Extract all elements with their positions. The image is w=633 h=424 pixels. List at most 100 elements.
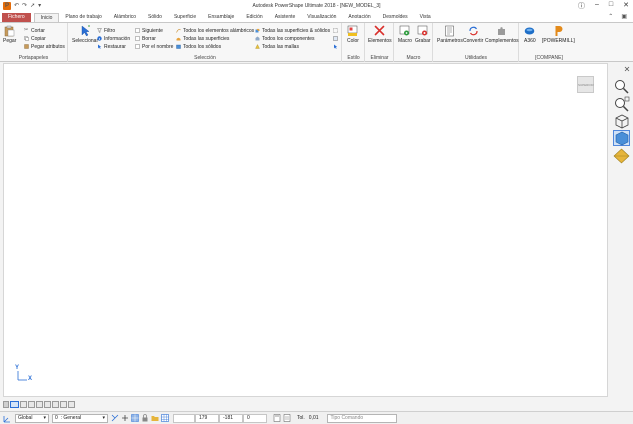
- light-view-icon[interactable]: [613, 148, 630, 164]
- wireframe-view-icon[interactable]: [613, 113, 630, 129]
- tab-visualizacion[interactable]: Visualización: [301, 13, 342, 22]
- chevron-down-icon: ▾: [43, 415, 46, 421]
- table-grid-icon[interactable]: [161, 414, 169, 422]
- powermill-button[interactable]: [POWERMILL]: [542, 25, 575, 44]
- shaded-view-icon[interactable]: [613, 130, 630, 146]
- sheet-nav-icon-8[interactable]: [60, 400, 67, 408]
- tab-desmoldes[interactable]: Desmoldes: [377, 13, 414, 22]
- grid-snap-icon[interactable]: [121, 414, 129, 422]
- color-button[interactable]: Color: [347, 25, 359, 44]
- zoom-icon[interactable]: [613, 78, 630, 94]
- a360-button[interactable]: A360: [524, 25, 536, 44]
- by-name-button[interactable]: Por el nombre: [135, 43, 173, 50]
- sheet-nav-icon-9[interactable]: [68, 400, 75, 408]
- tab-vista[interactable]: Vista: [414, 13, 437, 22]
- powermill-logo-icon: [555, 26, 563, 36]
- all-surfaces-solids-button[interactable]: Todas las superficies & sólidos: [255, 27, 330, 34]
- zoom-window-icon[interactable]: [613, 96, 630, 112]
- sheet-nav-icon-6[interactable]: [44, 400, 51, 408]
- tab-anotacion[interactable]: Anotación: [342, 13, 376, 22]
- tab-alambrico[interactable]: Alámbrico: [108, 13, 142, 22]
- delete-elements-button[interactable]: Elementos: [368, 25, 392, 44]
- coord-x-field[interactable]: 179: [195, 413, 219, 423]
- tab-asistente[interactable]: Asistente: [269, 13, 302, 22]
- all-surfaces-solids-label: Todas las superficies & sólidos: [262, 27, 331, 34]
- tab-inicio[interactable]: Inicio: [33, 13, 60, 22]
- all-surfaces-button[interactable]: Todas las superficies: [176, 35, 229, 42]
- group-label-estilo: Estilo: [347, 55, 360, 61]
- group-label-seleccion: Selección: [194, 55, 216, 61]
- ribbon-options-icon[interactable]: ▣: [621, 13, 627, 20]
- level-select[interactable]: 0 : General ▾: [52, 413, 108, 423]
- paste-attributes-label: Pegar atributos: [31, 43, 65, 50]
- filter-button[interactable]: Filtro: [97, 27, 115, 34]
- delete-selection-button[interactable]: Borrar: [135, 35, 156, 42]
- selection-tool-b[interactable]: [333, 35, 338, 42]
- sheet-nav-icon-4[interactable]: [28, 400, 35, 408]
- ribbon-collapse-icon[interactable]: ⌃: [608, 13, 613, 20]
- tab-superficie[interactable]: Superficie: [168, 13, 202, 22]
- maximize-button[interactable]: □: [609, 1, 613, 11]
- info-label: Información: [104, 35, 131, 42]
- coord-z-field[interactable]: 0: [243, 413, 267, 423]
- selection-tool-a[interactable]: [333, 27, 338, 34]
- workplane-select[interactable]: Global ▾: [15, 413, 49, 423]
- select-arrow-icon: [81, 25, 90, 37]
- all-wireframe-label: Todos los elementos alámbricos: [183, 27, 255, 34]
- copy-button[interactable]: Copiar: [24, 35, 46, 42]
- addins-label: Complementos: [485, 38, 519, 44]
- select-button[interactable]: Seleccionar: [72, 25, 98, 44]
- close-button[interactable]: ✕: [623, 1, 629, 11]
- snap-icon[interactable]: [111, 414, 119, 422]
- info-button[interactable]: Información: [97, 35, 130, 42]
- selection-tool-c[interactable]: [333, 43, 338, 50]
- group-label-company: [COMPANE]: [535, 55, 563, 61]
- restore-button[interactable]: Restaurar: [97, 43, 126, 50]
- minimize-button[interactable]: –: [595, 1, 599, 11]
- document-icon[interactable]: [283, 414, 291, 422]
- by-name-icon: [135, 44, 140, 49]
- sheet-nav-icon-7[interactable]: [52, 400, 59, 408]
- coord-y-field[interactable]: -181: [219, 413, 243, 423]
- tab-ensamblaje[interactable]: Ensamblaje: [202, 13, 240, 22]
- tab-solido[interactable]: Sólido: [142, 13, 168, 22]
- next-button[interactable]: Siguiente: [135, 27, 163, 34]
- all-wireframe-button[interactable]: Todos los elementos alámbricos: [176, 27, 254, 34]
- all-components-button[interactable]: Todos los componentes: [255, 35, 315, 42]
- tab-plano-de-trabajo[interactable]: Plano de trabajo: [59, 13, 107, 22]
- paste-label: Pegar: [3, 38, 17, 44]
- macro-button[interactable]: Macro: [398, 25, 412, 44]
- command-input[interactable]: Tipo Comando: [326, 413, 397, 423]
- view-cube[interactable]: SUPERIOR: [577, 76, 594, 93]
- convert-button[interactable]: Convertir: [463, 25, 483, 44]
- tab-fichero[interactable]: Fichero: [2, 13, 31, 22]
- record-button[interactable]: Grabar: [415, 25, 431, 44]
- toolbar-close-icon[interactable]: [613, 66, 630, 74]
- macro-play-icon: [400, 25, 410, 36]
- parameters-button[interactable]: Parámetros: [437, 25, 463, 44]
- surfaces-icon: [176, 37, 181, 41]
- folder-icon[interactable]: [151, 414, 159, 422]
- sheet-nav-icon-5[interactable]: [36, 400, 43, 408]
- all-meshes-button[interactable]: Todas las mallas: [255, 43, 299, 50]
- help-icon[interactable]: ⓘ: [578, 1, 585, 11]
- paste-button[interactable]: Pegar: [3, 25, 16, 44]
- calculator-icon[interactable]: [273, 414, 281, 422]
- cut-button[interactable]: ✂ Cortar: [24, 27, 45, 34]
- paste-attributes-button[interactable]: Pegar atributos: [24, 43, 65, 50]
- sheet-nav-icon-2[interactable]: [10, 400, 19, 408]
- sheet-nav-icon-3[interactable]: [20, 400, 27, 408]
- tolerance-value[interactable]: 0,01: [309, 415, 319, 421]
- lock-icon[interactable]: [141, 414, 149, 422]
- scissors-icon: ✂: [24, 27, 29, 33]
- sheet-nav-icon-1[interactable]: [3, 400, 9, 408]
- workplane-icon[interactable]: [3, 414, 12, 423]
- grid-display-icon[interactable]: [131, 414, 139, 422]
- graphics-viewport[interactable]: SUPERIOR Y X: [3, 63, 608, 397]
- tab-edicion[interactable]: Edición: [240, 13, 268, 22]
- empty-field[interactable]: [173, 413, 195, 423]
- addins-button[interactable]: Complementos: [485, 25, 519, 44]
- ribbon-tabs: Fichero Inicio Plano de trabajo Alámbric…: [0, 12, 633, 22]
- all-solids-button[interactable]: Todos los sólidos: [176, 43, 221, 50]
- coord-y-value: -181: [223, 415, 234, 421]
